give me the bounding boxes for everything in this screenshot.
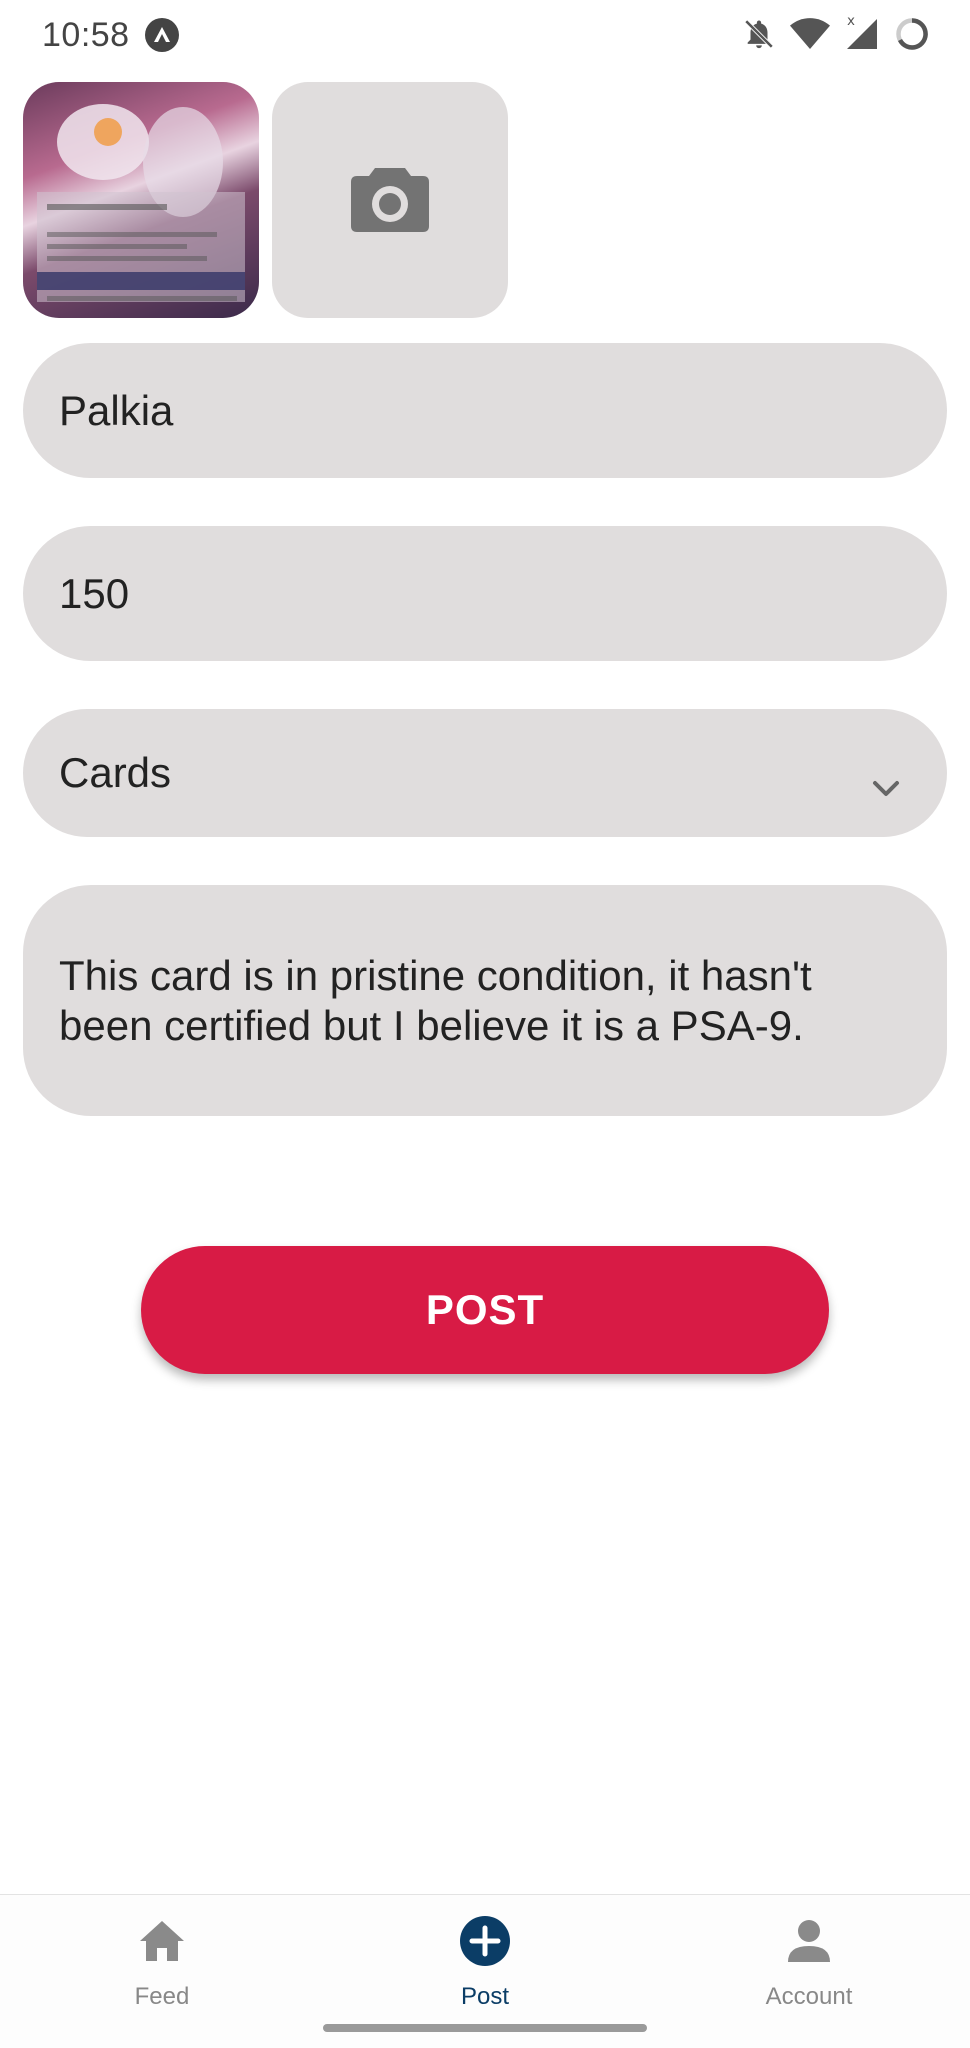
nav-label-feed: Feed bbox=[134, 1983, 190, 2010]
signal-icon: x bbox=[844, 13, 880, 57]
wifi-icon bbox=[790, 17, 830, 56]
home-indicator[interactable] bbox=[323, 2024, 647, 2032]
nav-item-post[interactable]: Post bbox=[385, 1913, 585, 2011]
post-item-screen: 10:58 x Palkia 150 Cards This card is in… bbox=[0, 0, 970, 2048]
nav-item-account[interactable]: Account bbox=[709, 1913, 909, 2011]
post-button[interactable]: POST bbox=[141, 1246, 829, 1374]
plus-circle-icon bbox=[385, 1913, 585, 1969]
home-icon bbox=[62, 1913, 262, 1969]
category-select[interactable]: Cards bbox=[23, 709, 947, 837]
nav-item-feed[interactable]: Feed bbox=[62, 1913, 262, 2011]
camera-icon bbox=[349, 162, 431, 239]
battery-icon bbox=[894, 16, 930, 57]
photo-thumbnail[interactable] bbox=[23, 82, 259, 318]
add-photo-button[interactable] bbox=[272, 82, 508, 318]
person-icon bbox=[709, 1913, 909, 1969]
price-input-value: 150 bbox=[59, 570, 130, 617]
title-input[interactable]: Palkia bbox=[23, 343, 947, 478]
svg-text:x: x bbox=[847, 16, 855, 29]
nav-label-post: Post bbox=[460, 1983, 510, 2010]
description-input[interactable]: This card is in pristine condition, it h… bbox=[23, 885, 947, 1116]
status-bar: 10:58 x bbox=[0, 0, 970, 72]
status-time: 10:58 bbox=[42, 16, 130, 54]
nav-label-account: Account bbox=[765, 1983, 853, 2010]
expo-icon bbox=[145, 18, 179, 52]
bell-off-icon bbox=[742, 17, 776, 56]
price-input[interactable]: 150 bbox=[23, 526, 947, 661]
chevron-down-icon bbox=[871, 761, 901, 809]
title-input-value: Palkia bbox=[59, 387, 174, 434]
status-icons: x bbox=[742, 13, 930, 57]
description-input-value: This card is in pristine condition, it h… bbox=[59, 952, 812, 1049]
category-select-value: Cards bbox=[59, 749, 172, 796]
